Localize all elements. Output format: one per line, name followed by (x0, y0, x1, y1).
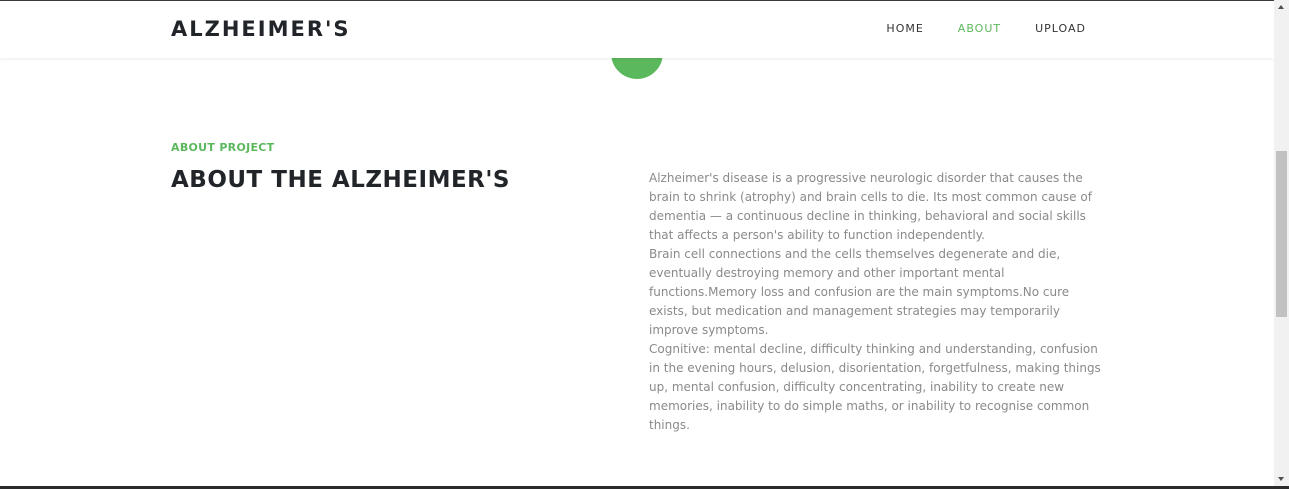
vertical-scrollbar[interactable] (1274, 0, 1289, 486)
about-paragraph-2: Brain cell connections and the cells the… (649, 247, 1070, 337)
main-nav: HOME ABOUT UPLOAD (852, 22, 1086, 35)
scroll-down-arrow-icon[interactable] (1274, 471, 1289, 486)
page-viewport: ALZHEIMER'S HOME ABOUT UPLOAD ABOUT PROJ… (0, 0, 1274, 486)
section-heading: ABOUT THE ALZHEIMER'S (171, 167, 510, 193)
nav-link-about[interactable]: ABOUT (958, 22, 1001, 35)
about-paragraph-1: Alzheimer's disease is a progressive neu… (649, 171, 1092, 242)
navbar: ALZHEIMER'S HOME ABOUT UPLOAD (0, 1, 1274, 58)
scroll-up-arrow-icon[interactable] (1274, 0, 1289, 15)
about-description: Alzheimer's disease is a progressive neu… (649, 169, 1101, 435)
nav-link-home[interactable]: HOME (886, 22, 923, 35)
about-paragraph-3: Cognitive: mental decline, difficulty th… (649, 342, 1101, 432)
nav-link-upload[interactable]: UPLOAD (1035, 22, 1086, 35)
scrollbar-thumb[interactable] (1276, 151, 1287, 317)
brand-logo[interactable]: ALZHEIMER'S (171, 17, 351, 41)
section-eyebrow: ABOUT PROJECT (171, 141, 275, 154)
